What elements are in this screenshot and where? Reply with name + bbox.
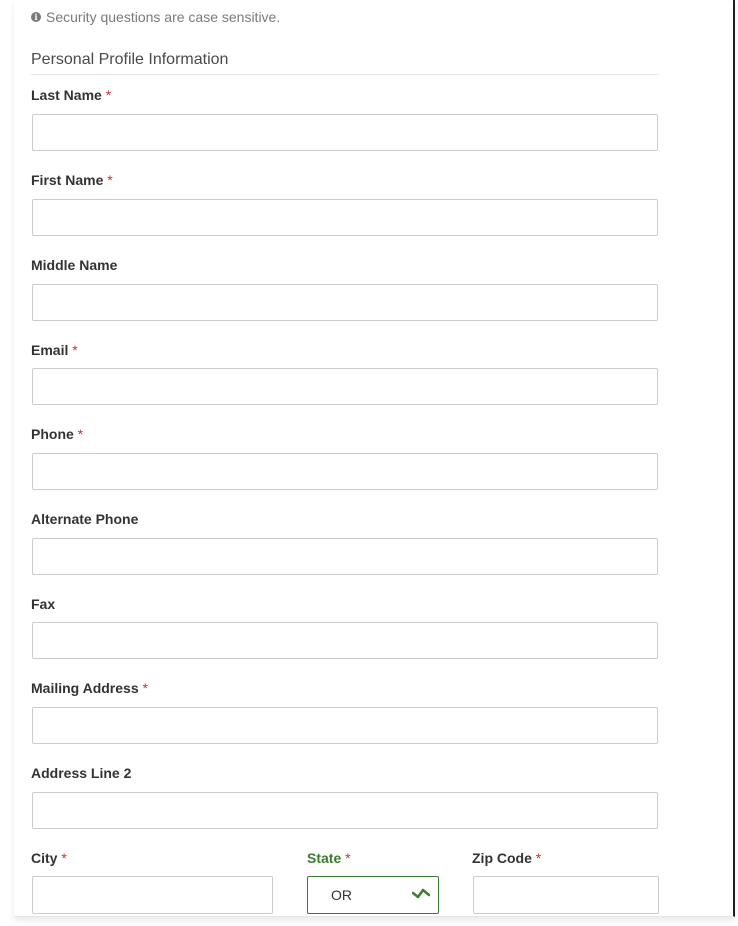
fax-label: Fax [31,596,55,612]
state-label-text: State [307,850,342,866]
alternate-phone-label: Alternate Phone [31,511,138,527]
required-marker: * [142,680,148,696]
fax-input[interactable] [32,622,658,659]
last-name-input[interactable] [32,114,658,151]
section-title: Personal Profile Information [31,51,659,75]
state-value: OR [331,887,352,903]
check-icon [411,886,431,904]
required-marker: * [107,172,113,188]
security-notice: i Security questions are case sensitive. [31,9,280,25]
city-label-text: City [31,850,58,866]
required-marker: * [535,850,542,866]
phone-input[interactable] [32,453,658,490]
zip-code-label-text: Zip Code [472,850,532,866]
state-label: State * [307,850,351,866]
first-name-label: First Name * [31,172,113,188]
address-line-2-label-text: Address Line 2 [31,765,132,781]
required-marker: * [105,87,112,103]
last-name-label: Last Name * [31,87,111,103]
fax-label-text: Fax [31,596,56,612]
first-name-input[interactable] [32,199,658,236]
info-icon: i [31,12,41,22]
city-label: City * [31,850,67,866]
mailing-address-input[interactable] [32,707,658,744]
required-marker: * [345,850,351,866]
last-name-label-text: Last Name [31,87,102,103]
email-label-text: Email [31,342,69,358]
address-line-2-input[interactable] [32,792,658,829]
zip-code-input[interactable] [473,876,659,914]
address-line-2-label: Address Line 2 [31,765,131,781]
state-select[interactable]: OR [307,876,439,914]
alternate-phone-label-text: Alternate Phone [31,511,139,527]
required-marker: * [61,850,67,866]
security-notice-text: Security questions are case sensitive. [46,9,281,25]
phone-label: Phone * [31,426,83,442]
email-input[interactable] [32,368,658,405]
email-label: Email * [31,342,78,358]
middle-name-label: Middle Name [31,257,117,273]
required-marker: * [72,342,78,358]
required-marker: * [77,426,84,442]
mailing-address-label: Mailing Address * [31,680,148,696]
alternate-phone-input[interactable] [32,538,658,575]
city-input[interactable] [32,876,273,914]
phone-label-text: Phone [31,426,74,442]
middle-name-input[interactable] [32,284,658,321]
mailing-address-label-text: Mailing Address [31,680,139,696]
middle-name-label-text: Middle Name [31,257,118,273]
zip-code-label: Zip Code * [472,850,541,866]
first-name-label-text: First Name [31,172,104,188]
